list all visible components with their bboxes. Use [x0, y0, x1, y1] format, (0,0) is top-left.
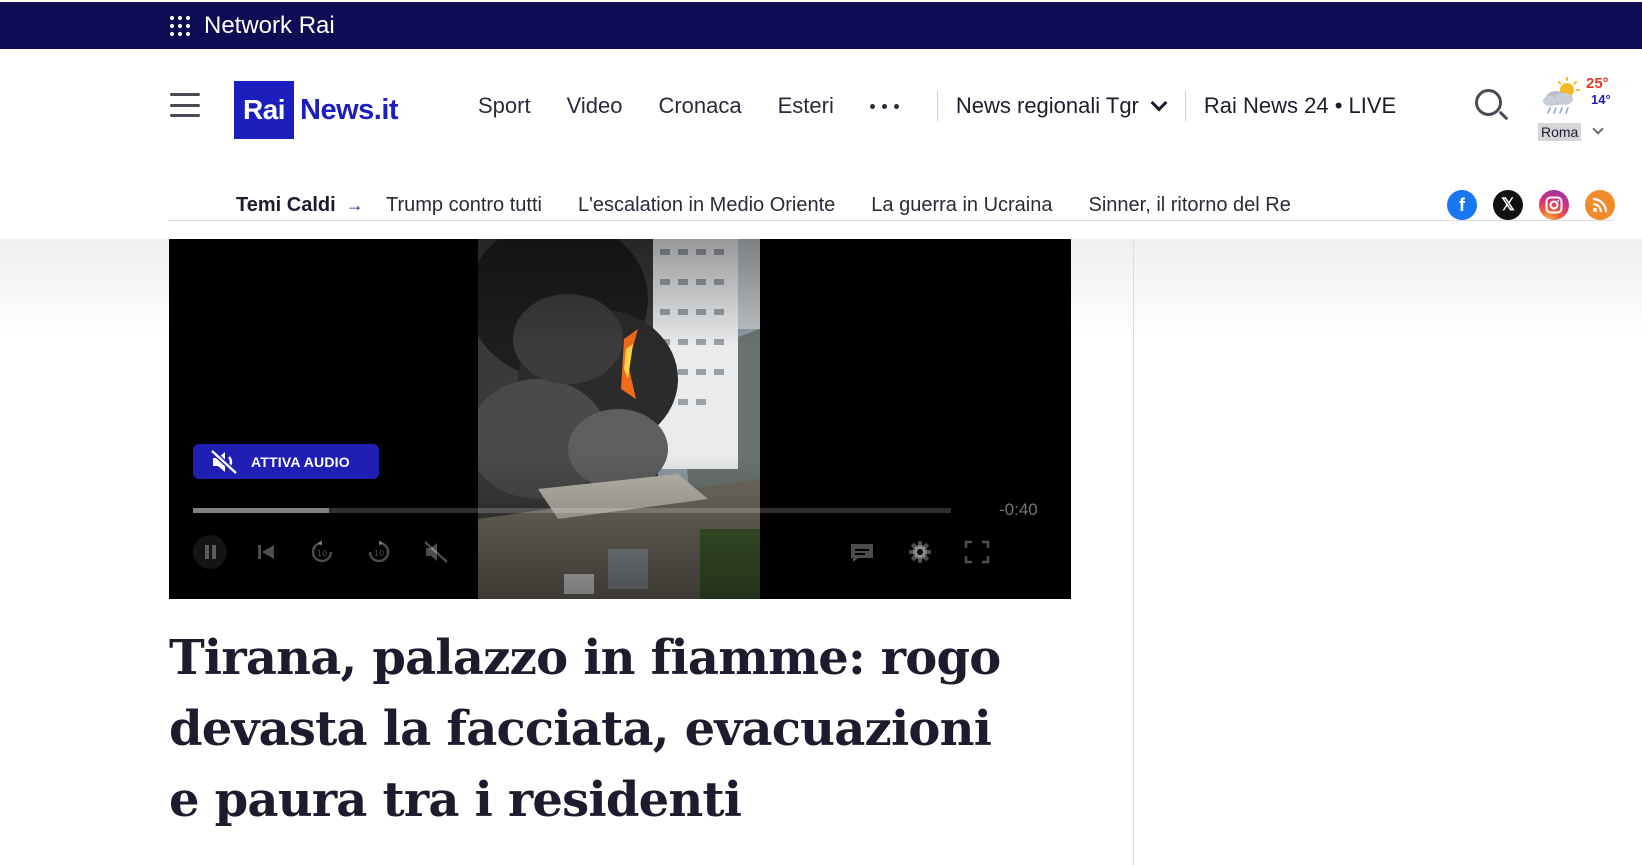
nav-item-video[interactable]: Video — [567, 93, 623, 119]
nav-item-sport[interactable]: Sport — [478, 93, 531, 119]
logo-rai: Rai — [234, 81, 294, 139]
svg-text:10: 10 — [374, 549, 384, 558]
x-icon[interactable]: 𝕏 — [1493, 190, 1523, 220]
previous-icon[interactable] — [249, 535, 283, 569]
search-icon[interactable] — [1475, 89, 1509, 123]
settings-gear-icon[interactable] — [903, 535, 937, 569]
hot-topics-label: Temi Caldi — [236, 194, 336, 216]
chevron-down-icon — [1592, 123, 1604, 135]
rainews-logo[interactable]: Rai News.it — [234, 81, 399, 139]
volume-muted-icon[interactable] — [419, 535, 453, 569]
menu-icon[interactable] — [170, 93, 200, 117]
network-rai-link[interactable]: Network Rai — [204, 12, 335, 40]
temp-max: 25° — [1586, 75, 1609, 92]
arrow-right-icon: → — [345, 195, 364, 215]
fullscreen-icon[interactable] — [960, 535, 994, 569]
video-progress-bar[interactable] — [193, 508, 951, 513]
pause-icon[interactable] — [193, 535, 227, 569]
weather-city: Roma — [1538, 123, 1582, 141]
video-progress-fill — [193, 508, 330, 513]
hot-topics-bar: Temi Caldi → Trump contro tutti L'escala… — [0, 172, 1642, 239]
article-headline: Tirana, palazzo in fiamme: rogo devasta … — [169, 630, 1001, 828]
captions-icon[interactable] — [845, 535, 879, 569]
social-links: f 𝕏 — [1447, 190, 1615, 220]
network-bar: Network Rai — [0, 2, 1642, 49]
regional-news-dropdown[interactable]: News regionali Tgr — [955, 93, 1168, 119]
rewind-10-icon[interactable]: 10 — [305, 535, 339, 569]
site-header: Rai News.it Sport Video Cronaca Esteri N… — [0, 49, 1642, 221]
sidebar-divider — [1133, 239, 1134, 865]
network-grid-icon[interactable] — [170, 15, 190, 36]
facebook-icon[interactable]: f — [1447, 190, 1477, 220]
hot-topics-links: Trump contro tutti L'escalation in Medio… — [386, 194, 1327, 217]
sun-cloud-rain-icon — [1543, 77, 1580, 114]
regional-news-label: News regionali Tgr — [955, 93, 1139, 118]
svg-text:10: 10 — [317, 549, 327, 558]
hot-topics-title[interactable]: Temi Caldi → — [236, 194, 364, 217]
rss-icon[interactable] — [1585, 190, 1615, 220]
main-nav: Sport Video Cronaca Esteri News regional… — [478, 91, 1396, 121]
weather-widget[interactable]: 25° 14° Roma — [1538, 73, 1618, 145]
activate-audio-label: ATTIVA AUDIO — [251, 453, 350, 470]
nav-item-cronaca[interactable]: Cronaca — [658, 93, 741, 119]
logo-news: News.it — [300, 93, 399, 126]
video-player[interactable]: ATTIVA AUDIO -0:40 10 10 — [169, 239, 1071, 599]
nav-divider — [936, 91, 938, 121]
nav-divider — [1184, 91, 1186, 121]
forward-10-icon[interactable]: 10 — [362, 535, 396, 569]
nav-item-esteri[interactable]: Esteri — [778, 93, 834, 119]
temp-min: 14° — [1591, 92, 1611, 107]
more-icon[interactable] — [869, 103, 899, 109]
hot-topic-link[interactable]: L'escalation in Medio Oriente — [578, 194, 835, 217]
rainews24-live-link[interactable]: Rai News 24 • LIVE — [1204, 93, 1396, 119]
instagram-icon[interactable] — [1539, 190, 1569, 220]
mute-icon — [210, 448, 238, 475]
hot-topic-link[interactable]: Trump contro tutti — [386, 194, 542, 217]
hot-topic-link[interactable]: La guerra in Ucraina — [871, 194, 1052, 217]
activate-audio-button[interactable]: ATTIVA AUDIO — [193, 444, 379, 479]
video-time-remaining: -0:40 — [999, 500, 1038, 519]
chevron-down-icon — [1150, 94, 1168, 112]
hot-topic-link[interactable]: Sinner, il ritorno del Re — [1089, 194, 1291, 217]
